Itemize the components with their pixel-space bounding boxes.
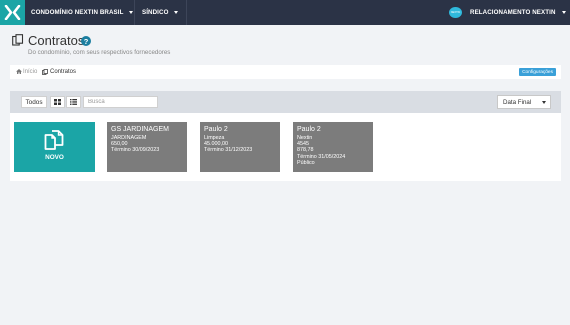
condominium-name: CONDOMÍNIO NEXTIN BRASIL xyxy=(31,9,124,16)
contract-card[interactable]: Paulo 2 Nextin 4545 878,78 Término 31/05… xyxy=(293,122,373,172)
top-navbar: CONDOMÍNIO NEXTIN BRASIL SÍNDICO NEXTIN … xyxy=(0,0,570,25)
condominium-selector[interactable]: CONDOMÍNIO NEXTIN BRASIL xyxy=(31,0,134,25)
contract-title: Paulo 2 xyxy=(204,126,228,133)
contracts-icon xyxy=(42,69,48,75)
contract-card[interactable]: Paulo 2 Limpeza 45.000,00 Término 31/12/… xyxy=(200,122,280,172)
sort-select[interactable]: Data Final xyxy=(497,95,551,109)
role-selector[interactable]: SÍNDICO xyxy=(142,0,179,25)
filter-toolbar: Todos Data Final xyxy=(10,91,561,113)
settings-button[interactable]: Configurações xyxy=(519,68,556,76)
divider xyxy=(134,0,135,25)
contract-title: GS JARDINAGEM xyxy=(111,126,169,133)
caret-down-icon xyxy=(129,11,134,14)
grid-view-icon xyxy=(54,99,61,105)
contract-end-date: Término 30/09/2023 xyxy=(111,147,160,154)
breadcrumb-home-link[interactable]: Início xyxy=(23,69,37,75)
grid-view-button[interactable] xyxy=(50,96,65,108)
avatar[interactable]: NEXTIN xyxy=(449,7,462,18)
user-menu[interactable]: RELACIONAMENTO NEXTIN xyxy=(470,0,566,25)
contract-visibility: Público xyxy=(297,160,315,167)
divider xyxy=(186,0,187,25)
menu-x-logo-icon[interactable] xyxy=(0,0,25,25)
help-icon[interactable]: ? xyxy=(81,36,91,46)
new-contract-label: NOVO xyxy=(45,154,64,161)
contracts-panel: Todos Data Final NOVO xyxy=(10,91,561,181)
caret-down-icon xyxy=(174,11,179,14)
search-input[interactable] xyxy=(83,96,158,108)
role-name: SÍNDICO xyxy=(142,9,169,16)
page-title: Contratos xyxy=(28,33,85,48)
breadcrumb: Início Contratos Configurações xyxy=(10,65,561,79)
contracts-icon xyxy=(12,34,24,46)
caret-down-icon xyxy=(561,11,566,14)
new-contract-card[interactable]: NOVO xyxy=(14,122,95,172)
list-view-icon xyxy=(70,99,77,105)
contract-end-date: Término 31/12/2023 xyxy=(204,147,253,154)
contract-card[interactable]: GS JARDINAGEM JARDINAGEM 650,00 Término … xyxy=(107,122,187,172)
list-view-button[interactable] xyxy=(66,96,81,108)
new-contract-icon xyxy=(44,130,64,150)
user-name: RELACIONAMENTO NEXTIN xyxy=(470,9,556,16)
filter-all-button[interactable]: Todos xyxy=(21,96,47,108)
contract-title: Paulo 2 xyxy=(297,126,321,133)
breadcrumb-current: Contratos xyxy=(50,68,77,75)
caret-down-icon xyxy=(542,101,546,104)
home-icon xyxy=(16,69,22,74)
sort-selected-value: Data Final xyxy=(503,98,532,106)
page-subtitle: Do condomínio, com seus respectivos forn… xyxy=(28,49,171,56)
avatar-text: NEXTIN xyxy=(450,11,461,14)
